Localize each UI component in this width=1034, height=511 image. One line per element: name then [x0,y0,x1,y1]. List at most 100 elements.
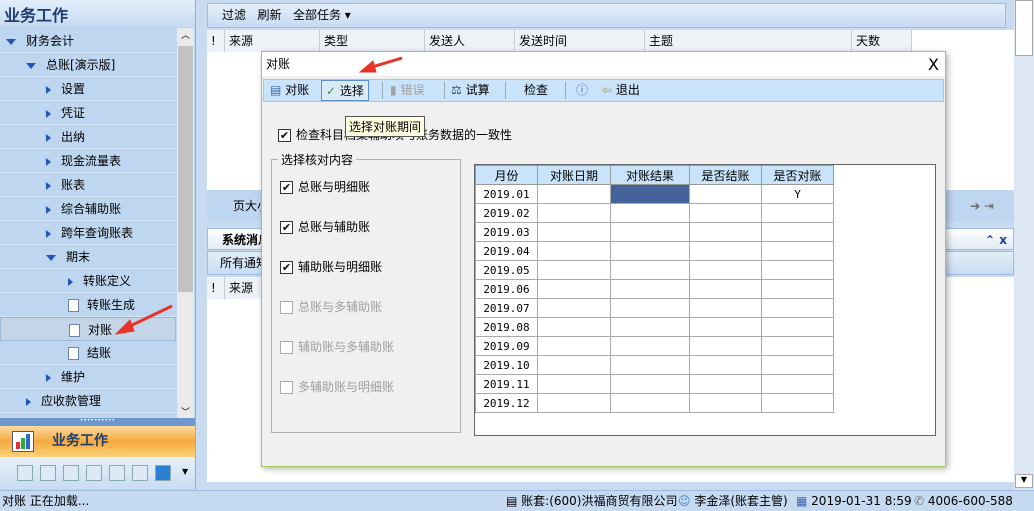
column-header[interactable]: 是否结账 [689,165,762,185]
table-cell[interactable] [689,203,762,223]
close-button[interactable]: X [928,53,939,77]
table-cell[interactable]: 2019.11 [475,374,538,394]
sidebar-item[interactable]: 转账定义 [0,269,176,293]
sidebar-item[interactable]: 跨年查询账表 [0,221,176,245]
module-icon-6[interactable] [132,465,148,481]
column-header[interactable]: 是否对账 [761,165,834,185]
collapse-close-icon[interactable]: ⌃ x [985,229,1007,251]
monitor-icon[interactable] [155,465,171,481]
checkbox-unchecked[interactable] [280,301,293,314]
table-cell[interactable] [761,374,834,394]
checkbox-checked[interactable]: ✔ [280,221,293,234]
msg-col-flag[interactable]: ! [207,277,225,299]
last-page-icon[interactable]: ➔ ⇥ [970,190,994,222]
table-cell[interactable] [610,336,690,356]
sidebar-item[interactable]: 账表 [0,173,176,197]
table-row[interactable]: 2019.09 [475,336,834,356]
option-checkbox[interactable]: ✔ 辅助账与明细账 [280,258,382,275]
table-cell[interactable] [537,355,611,375]
table-cell[interactable] [610,317,690,337]
table-cell[interactable]: 2019.12 [475,393,538,413]
table-row[interactable]: 2019.12 [475,393,834,413]
sidebar-item[interactable]: 现金流量表 [0,149,176,173]
table-cell[interactable] [689,241,762,261]
option-checkbox[interactable]: ✔ 总账与辅助账 [280,218,370,235]
table-cell[interactable] [761,203,834,223]
splitter-handle[interactable]: •••••••••• [0,418,195,426]
exit-button[interactable]: ⇦ 退出 [598,80,644,101]
sidebar-item[interactable]: 综合辅助账 [0,197,176,221]
table-cell[interactable] [610,184,690,204]
column-header[interactable]: 月份 [475,165,538,185]
checkbox-unchecked[interactable] [280,381,293,394]
table-row[interactable]: 2019.11 [475,374,834,394]
table-cell[interactable] [610,203,690,223]
sidebar-item[interactable]: 凭证 [0,101,176,125]
checkbox-checked[interactable]: ✔ [278,129,291,142]
document-icon[interactable] [68,347,79,360]
sidebar-item[interactable]: 设置 [0,77,176,101]
table-cell[interactable]: 2019.04 [475,241,538,261]
table-cell[interactable] [537,298,611,318]
sidebar-item[interactable]: 转账生成 [0,293,176,317]
table-cell[interactable] [610,241,690,261]
table-cell[interactable] [761,355,834,375]
select-button[interactable]: ✓ 选择 [321,80,369,101]
table-cell[interactable] [761,298,834,318]
table-cell[interactable] [537,336,611,356]
all-tasks-dropdown[interactable]: 全部任务 ▾ [293,8,351,22]
table-cell[interactable] [537,184,611,204]
table-cell[interactable] [537,279,611,299]
module-icon-5[interactable] [109,465,125,481]
table-row[interactable]: 2019.02 [475,203,834,223]
option-checkbox[interactable]: 多辅助账与明细账 [280,378,394,395]
table-cell[interactable]: 2019.09 [475,336,538,356]
table-cell[interactable] [610,222,690,242]
table-cell[interactable] [761,393,834,413]
table-cell[interactable]: 2019.02 [475,203,538,223]
table-cell[interactable] [537,203,611,223]
column-header[interactable]: 对账结果 [610,165,690,185]
module-icon-2[interactable] [40,465,56,481]
expanded-arrow-icon[interactable] [26,62,36,69]
module-icon-3[interactable] [63,465,79,481]
table-cell[interactable] [689,260,762,280]
table-cell[interactable] [689,336,762,356]
table-cell[interactable] [761,336,834,356]
table-cell[interactable]: 2019.10 [475,355,538,375]
checkbox-checked[interactable]: ✔ [280,261,293,274]
collapsed-arrow-icon[interactable] [46,85,51,94]
document-icon[interactable] [68,299,79,312]
col-source[interactable]: 来源 [225,30,320,52]
table-cell[interactable] [689,222,762,242]
table-cell[interactable] [537,241,611,261]
col-days[interactable]: 天数 [852,30,912,52]
collapsed-arrow-icon[interactable] [46,133,51,142]
table-cell[interactable]: 2019.08 [475,317,538,337]
document-icon[interactable] [69,324,80,337]
sidebar-item[interactable]: 维护 [0,365,176,389]
table-cell[interactable] [537,222,611,242]
collapsed-arrow-icon[interactable] [46,373,51,382]
table-cell[interactable] [610,298,690,318]
help-icon[interactable]: ⓘ [572,80,592,101]
sidebar-item[interactable]: 对账 [0,317,176,341]
table-cell[interactable] [689,279,762,299]
collapsed-arrow-icon[interactable] [26,397,31,406]
business-work-button[interactable]: 业务工作 [0,426,195,457]
expanded-arrow-icon[interactable] [46,254,56,261]
error-button[interactable]: ▮ 错误 [386,80,428,101]
table-row[interactable]: 2019.01 Y [475,184,834,204]
table-cell[interactable] [537,260,611,280]
table-row[interactable]: 2019.06 [475,279,834,299]
table-row[interactable]: 2019.03 [475,222,834,242]
collapsed-arrow-icon[interactable] [46,109,51,118]
table-cell[interactable] [610,355,690,375]
expanded-arrow-icon[interactable] [6,38,16,45]
option-checkbox[interactable]: 辅助账与多辅助账 [280,338,394,355]
table-cell[interactable]: 2019.03 [475,222,538,242]
inspect-button[interactable]: 检查 [520,80,552,101]
table-cell[interactable] [761,241,834,261]
main-scrollbar[interactable]: ▼ [1014,0,1034,490]
col-type[interactable]: 类型 [320,30,425,52]
